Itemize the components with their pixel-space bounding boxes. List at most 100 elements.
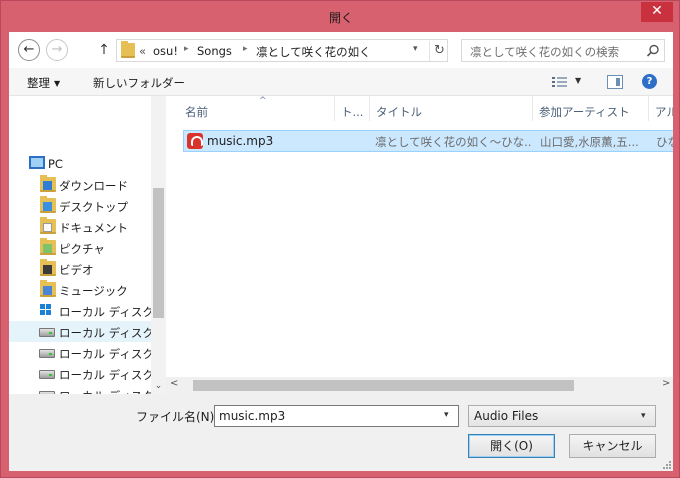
resize-grip-icon[interactable] [660,458,672,470]
column-label: タイトル [376,105,422,119]
table-row[interactable]: music.mp3 凛として咲く花の如く〜ひな... 山口愛,水原薫,五... … [183,130,673,152]
breadcrumb-separator-icon[interactable]: ▸ [243,44,248,54]
nav-item-label: ダウンロード [59,179,128,193]
dialog-footer: ファイル名(N): music.mp3 ▾ Audio Files ▾ 開く(O… [9,394,673,471]
file-type-select[interactable]: Audio Files ▾ [468,405,656,427]
file-list[interactable]: 名前 ^ ト... タイトル 参加アーティスト アルバ music.mp3 凛と… [166,96,673,396]
up-button[interactable]: ↑ [95,40,113,60]
videos-folder-icon [40,259,56,276]
organize-menu[interactable]: 整理 ▼ [27,75,60,91]
drive-icon [39,370,55,379]
column-label: 名前 [185,105,208,119]
column-header-title[interactable]: タイトル [370,96,533,121]
breadcrumb-separator-icon[interactable]: ▸ [184,44,189,54]
nav-item-label: ローカル ディスク (C [59,305,166,319]
pc-icon [29,156,45,169]
column-header-album[interactable]: アルバ [649,96,673,121]
filename-value: music.mp3 [219,409,286,423]
view-options-icon[interactable] [552,76,568,89]
forward-button[interactable]: → [46,39,68,61]
address-overflow[interactable]: « [139,44,146,58]
command-bar: 整理 ▼ 新しいフォルダー ▼ ? [9,68,673,96]
navigation-pane[interactable]: PC ダウンロード デスクトップ ドキュメント ピクチャ ビデオ ミュージック … [9,96,166,396]
column-header-name[interactable]: 名前 ^ [179,96,335,121]
cancel-button[interactable]: キャンセル [569,434,656,458]
documents-folder-icon [40,217,56,234]
column-label: 参加アーティスト [539,105,630,119]
nav-item-downloads[interactable]: ダウンロード [9,174,151,195]
breadcrumb-songs[interactable]: Songs [197,44,232,58]
nav-scrollbar[interactable]: ⌄ [151,96,166,396]
column-label: アルバ [655,105,673,119]
filename-field[interactable]: music.mp3 ▾ [214,405,459,427]
horizontal-scrollbar[interactable]: < > [166,377,673,394]
file-artists: 山口愛,水原薫,五... [540,135,639,149]
filename-label: ファイル名(N): [136,410,219,424]
nav-item-pc[interactable]: PC [9,153,151,174]
file-title: 凛として咲く花の如く〜ひな... [375,135,531,149]
search-input[interactable]: 凛として咲く花の如くの検索 [461,39,665,62]
scroll-down-icon[interactable]: ⌄ [151,378,166,394]
nav-scroll-thumb[interactable] [153,188,164,318]
window-title: 開く [328,11,353,25]
folder-icon [121,41,135,58]
nav-item-music[interactable]: ミュージック [9,279,151,300]
nav-item-label: ビデオ [59,263,94,277]
drive-icon [39,349,55,358]
column-header-artists[interactable]: 参加アーティスト [533,96,649,121]
nav-item-local-disk-d[interactable]: ローカル ディスク (D [9,321,166,342]
open-button[interactable]: 開く(O) [468,434,555,458]
nav-item-label: ローカル ディスク (D [59,326,166,340]
desktop-folder-icon [40,196,56,213]
downloads-folder-icon [40,175,56,192]
open-file-dialog: 開く ✕ ← → ↑ « osu! ▸ Songs ▸ 凛として咲く花の如く ▾… [0,0,680,478]
column-header-track[interactable]: ト... [335,96,370,121]
breadcrumb-osu[interactable]: osu! [153,44,178,58]
nav-item-label: ドキュメント [59,221,128,235]
nav-item-label: デスクトップ [59,200,128,214]
file-type-value: Audio Files [474,409,539,423]
nav-item-desktop[interactable]: デスクトップ [9,195,151,216]
scroll-right-icon[interactable]: > [662,378,670,389]
nav-item-label: PC [48,157,63,171]
nav-item-documents[interactable]: ドキュメント [9,216,151,237]
system-drive-icon [40,304,52,316]
column-label: ト... [341,105,364,119]
search-placeholder: 凛として咲く花の如くの検索 [470,45,620,59]
pictures-folder-icon [40,238,56,255]
search-icon[interactable] [645,43,661,59]
address-row: ← → ↑ « osu! ▸ Songs ▸ 凛として咲く花の如く ▾ ↻ 凛と… [9,32,673,68]
address-history-dropdown-icon[interactable]: ▾ [413,44,418,54]
address-bar[interactable]: « osu! ▸ Songs ▸ 凛として咲く花の如く ▾ ↻ [116,39,448,62]
music-folder-icon [40,280,56,297]
breadcrumb-current-folder[interactable]: 凛として咲く花の如く [256,44,371,60]
chevron-down-icon[interactable]: ▾ [444,410,449,420]
audio-file-icon [187,133,203,149]
nav-item-label: ピクチャ [59,242,105,256]
title-bar[interactable]: 開く ✕ [1,1,680,33]
nav-item-videos[interactable]: ビデオ [9,258,151,279]
organize-label: 整理 [27,76,50,90]
nav-item-pictures[interactable]: ピクチャ [9,237,151,258]
dialog-client-area: ← → ↑ « osu! ▸ Songs ▸ 凛として咲く花の如く ▾ ↻ 凛と… [9,32,673,471]
view-dropdown-icon[interactable]: ▼ [575,76,581,85]
nav-item-label: ローカル ディスク (E [59,347,166,361]
file-album: ひな [656,135,673,149]
sort-ascending-icon: ^ [259,96,267,106]
back-button[interactable]: ← [18,39,40,61]
chevron-down-icon: ▼ [54,79,61,88]
nav-item-local-disk-f[interactable]: ローカル ディスク (F [9,363,166,384]
chevron-down-icon: ▾ [641,411,646,421]
nav-item-local-disk-e[interactable]: ローカル ディスク (E [9,342,166,363]
drive-icon [39,328,55,337]
refresh-button[interactable]: ↻ [429,41,449,61]
help-icon[interactable]: ? [642,74,657,89]
new-folder-button[interactable]: 新しいフォルダー [93,75,185,91]
preview-pane-icon[interactable] [607,75,623,89]
nav-item-local-disk-c[interactable]: ローカル ディスク (C [9,300,166,321]
file-name: music.mp3 [207,134,274,148]
nav-item-label: ミュージック [59,284,128,298]
close-button[interactable]: ✕ [641,2,673,22]
scroll-left-icon[interactable]: < [170,378,178,389]
horizontal-scroll-thumb[interactable] [193,380,574,391]
